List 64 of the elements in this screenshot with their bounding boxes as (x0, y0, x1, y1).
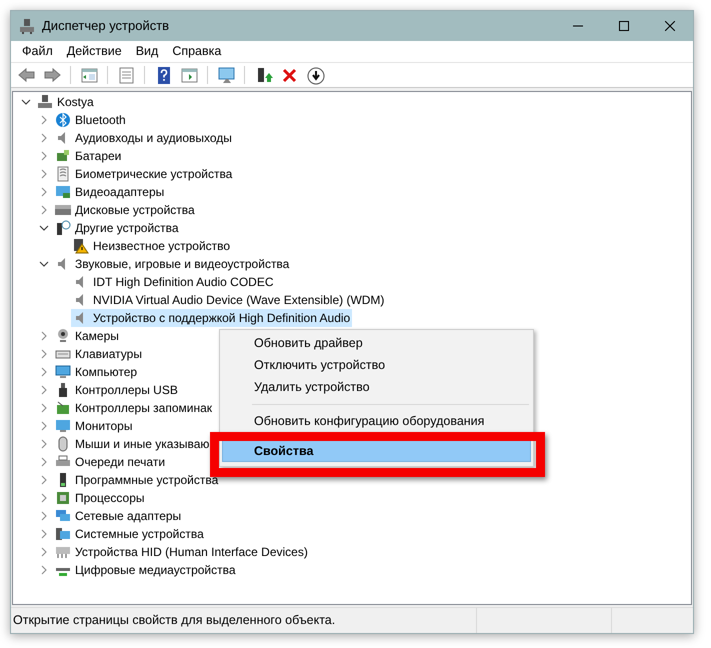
tree-item[interactable]: Bluetooth (75, 111, 126, 129)
tree-item[interactable]: Камеры (75, 327, 119, 345)
tree-item[interactable]: Звуковые, игровые и видеоустройства (75, 255, 290, 273)
display-adapter-icon (55, 184, 71, 200)
tree-item[interactable]: Kostya (57, 93, 94, 111)
tree-item[interactable]: Аудиовходы и аудиовыходы (75, 129, 232, 147)
tree-item[interactable]: Устройства HID (Human Interface Devices) (75, 543, 308, 561)
tree-item[interactable]: Цифровые медиаустройства (75, 561, 236, 579)
tree-item[interactable]: Устройство с поддержкой High Definition Audio (93, 309, 350, 327)
computer-icon (37, 94, 53, 110)
tree-item[interactable]: Процессоры (75, 489, 144, 507)
device-manager-icon (19, 18, 35, 34)
panel-icon (80, 66, 98, 84)
computer-icon (55, 364, 71, 380)
monitor-icon (216, 66, 236, 84)
menu-item[interactable]: Действие (60, 42, 129, 61)
back-arrow-icon (16, 66, 36, 84)
tree-item[interactable]: NVIDIA Virtual Audio Device (Wave Extensible) (WDM) (93, 291, 384, 309)
system-devices-icon (55, 526, 71, 542)
context-menu-item[interactable]: Обновить драйвер (222, 332, 531, 354)
menu-item[interactable]: Справка (165, 42, 228, 61)
window-title: Диспетчер устройств (42, 17, 170, 36)
tree-item[interactable]: Мыши и иные указываю (75, 435, 210, 453)
unknown-device-icon (55, 220, 71, 236)
status-text: Открытие страницы свойств для выделенного объекта. (12, 612, 336, 630)
battery-icon (55, 148, 71, 164)
download-icon (306, 66, 324, 84)
fingerprint-icon (55, 166, 71, 182)
disk-drive-icon (55, 202, 71, 218)
processor-icon (55, 490, 71, 506)
tree-item[interactable]: Мониторы (75, 417, 132, 435)
warning-device-icon (73, 238, 89, 254)
tree-item[interactable]: Видеоадаптеры (75, 183, 164, 201)
tree-item[interactable]: Очереди печати (75, 453, 166, 471)
tree-item[interactable]: IDT High Definition Audio CODEC (93, 273, 274, 291)
monitor-icon (55, 418, 71, 434)
bluetooth-icon (55, 112, 71, 128)
tree-item[interactable]: Неизвестное устройство (93, 237, 230, 255)
hid-device-icon (55, 544, 71, 560)
tree-item[interactable]: Компьютер (75, 363, 138, 381)
storage-controller-icon (55, 400, 71, 416)
camera-icon (55, 328, 71, 344)
tree-item[interactable]: Контроллеры запоминак (75, 399, 212, 417)
forward-arrow-icon (42, 66, 62, 84)
menu-item[interactable]: Файл (15, 42, 60, 61)
document-icon (116, 66, 136, 84)
tree-item[interactable]: Контроллеры USB (75, 381, 178, 399)
context-menu-item[interactable]: Обновить конфигурацию оборудования (222, 410, 531, 432)
context-menu-item[interactable]: Удалить устройство (222, 376, 531, 398)
maximize-icon (619, 21, 629, 31)
tree-item[interactable]: Системные устройства (75, 525, 204, 543)
tree-item[interactable]: Биометрические устройства (75, 165, 232, 183)
close-icon (665, 21, 675, 31)
tree-item[interactable]: Дисковые устройства (75, 201, 195, 219)
network-icon (55, 508, 71, 524)
menu-item[interactable]: Вид (128, 42, 166, 61)
tree-item[interactable]: Батареи (75, 147, 122, 165)
context-menu-item[interactable]: Свойства (222, 440, 531, 462)
tree-item[interactable]: Программные устройства (75, 471, 218, 489)
tree-item[interactable]: Другие устройства (75, 219, 179, 237)
tree-item[interactable]: Клавиатуры (75, 345, 142, 363)
context-menu-item[interactable]: Отключить устройство (222, 354, 531, 376)
tree-item[interactable]: Сетевые адаптеры (75, 507, 182, 525)
panel-play-icon (180, 66, 198, 84)
